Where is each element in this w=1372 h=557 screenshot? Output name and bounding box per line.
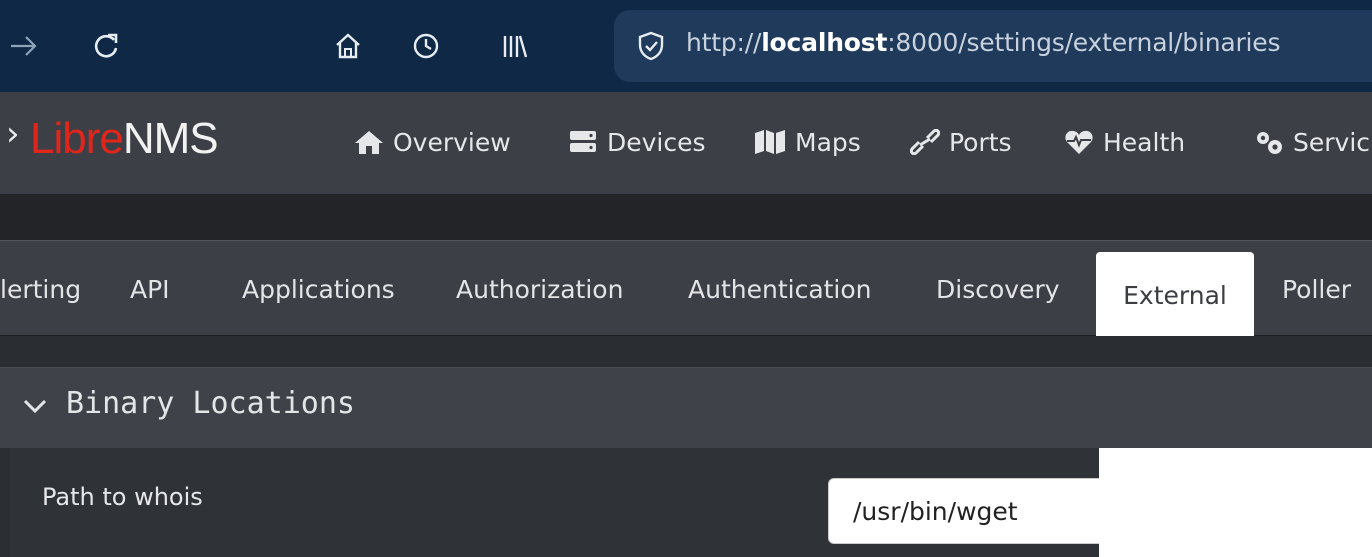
server-icon [570,131,596,152]
tab-poller[interactable]: Poller [1282,241,1351,337]
page-spacer [0,194,1372,240]
whois-path-input[interactable]: /usr/bin/wget [828,478,1128,544]
brand-caret-icon: › [6,114,20,154]
nav-health[interactable]: Health [1064,122,1185,162]
heartbeat-icon [1065,130,1093,154]
panel-heading-binary-locations[interactable]: Binary Locations [0,368,1372,448]
tab-authorization[interactable]: Authorization [456,241,623,337]
nav-services[interactable]: Servic [1254,122,1370,162]
cogs-icon [1257,132,1282,154]
nav-maps[interactable]: Maps [754,122,861,162]
panel-title: Binary Locations [66,386,355,421]
settings-tabs: lerting API Applications Authorization A… [0,240,1372,338]
nav-devices[interactable]: Devices [568,122,706,162]
nav-ports[interactable]: Ports [910,122,1012,162]
link-icon [910,129,940,155]
map-icon [755,130,785,154]
librenms-logo[interactable]: LibreNMS [30,114,219,166]
tab-api[interactable]: API [130,241,170,337]
history-icon[interactable] [406,26,446,66]
home-icon [355,131,383,154]
overlay-blank-region [1099,448,1372,557]
tab-authentication[interactable]: Authentication [688,241,872,337]
tab-external[interactable]: External [1096,252,1254,338]
library-icon[interactable] [494,26,534,66]
url-text[interactable]: http://localhost:8000/settings/external/… [686,28,1280,57]
tab-discovery[interactable]: Discovery [936,241,1060,337]
home-icon[interactable] [328,26,368,66]
chevron-down-icon [23,399,47,414]
url-bar[interactable]: http://localhost:8000/settings/external/… [614,10,1372,82]
browser-toolbar: http://localhost:8000/settings/external/… [0,0,1372,92]
app-navbar: › LibreNMS Overview Devices Maps Ports H… [0,92,1372,194]
shield-icon[interactable] [636,30,666,66]
tab-applications[interactable]: Applications [242,241,395,337]
whois-path-label: Path to whois [42,483,203,511]
tabs-spacer [0,336,1372,368]
reload-icon[interactable] [86,26,126,66]
forward-arrow-icon[interactable] [4,26,44,66]
nav-overview[interactable]: Overview [354,122,511,162]
tab-alerting[interactable]: lerting [0,241,81,337]
